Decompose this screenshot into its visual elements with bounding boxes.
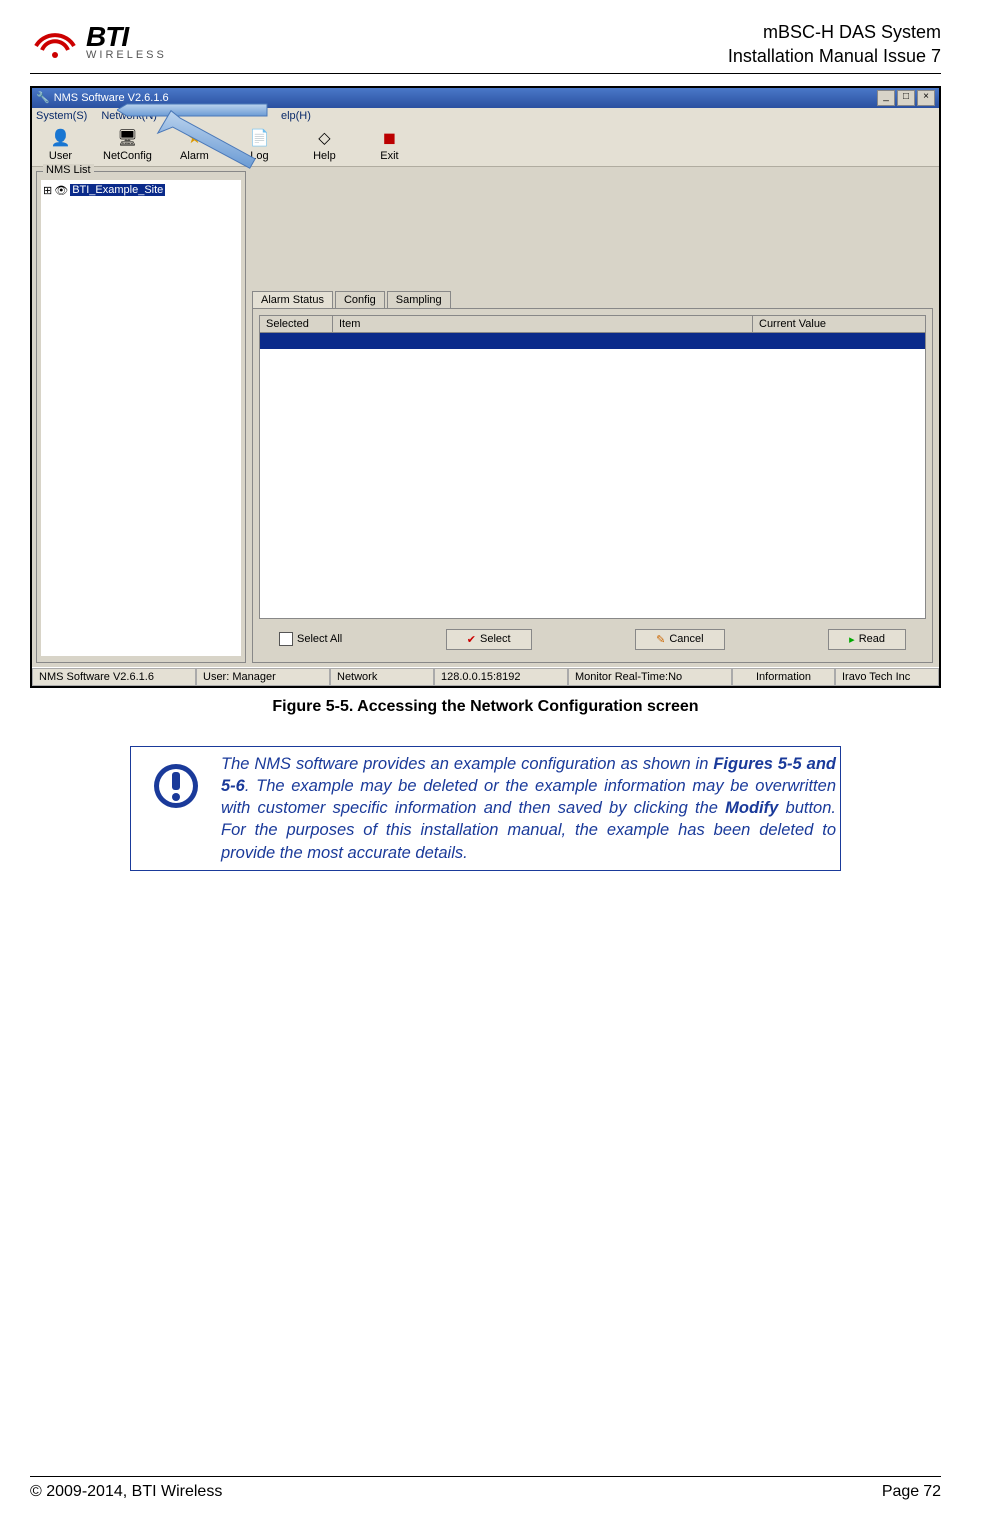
check-icon: ✔ xyxy=(467,633,476,646)
statusbar: NMS Software V2.6.1.6 User: Manager Netw… xyxy=(32,667,939,686)
note-block: The NMS software provides an example con… xyxy=(130,746,841,871)
tab-content: Selected Item Current Value Select All xyxy=(252,308,933,663)
copyright: © 2009-2014, BTI Wireless xyxy=(30,1483,222,1501)
bottom-button-row: Select All ✔ Select ✎ Cancel ▸ Read xyxy=(259,619,926,656)
right-panel: Alarm Status Config Sampling Selected It… xyxy=(252,171,933,663)
window-title: NMS Software V2.6.1.6 xyxy=(54,92,169,104)
user-icon: 👤 xyxy=(51,128,71,148)
exit-icon: ◼ xyxy=(379,128,399,148)
document-footer: © 2009-2014, BTI Wireless Page 72 xyxy=(30,1476,941,1501)
figure-caption: Figure 5-5. Accessing the Network Config… xyxy=(30,698,941,716)
status-monitor: Monitor Real-Time:No xyxy=(568,668,732,686)
page-label: Page xyxy=(882,1483,919,1501)
main-area: NMS List ⊞ 👁 BTI_Example_Site Alarm Stat… xyxy=(32,167,939,667)
window-controls: _ □ × xyxy=(877,90,935,106)
table-header: Selected Item Current Value xyxy=(259,315,926,333)
note-text: The NMS software provides an example con… xyxy=(221,747,840,870)
toolbar-user[interactable]: 👤 User xyxy=(38,128,83,162)
menu-network[interactable]: Network(N) xyxy=(101,110,157,122)
status-company: Iravo Tech Inc xyxy=(835,668,939,686)
toolbar-help[interactable]: ◇ Help xyxy=(302,128,347,162)
cancel-button[interactable]: ✎ Cancel xyxy=(635,629,724,650)
tab-sampling[interactable]: Sampling xyxy=(387,291,451,308)
toolbar-netconfig[interactable]: 🖥 NetConfig xyxy=(103,128,152,162)
toolbar: 👤 User 🖥 NetConfig ★ Alarm 📄 Log ◇ Help … xyxy=(32,124,939,167)
status-info: Information xyxy=(732,668,835,686)
toolbar-exit[interactable]: ◼ Exit xyxy=(367,128,412,162)
logo-subtext: WIRELESS xyxy=(86,49,167,61)
menu-system[interactable]: System(S) xyxy=(36,110,87,122)
system-name: mBSC-H DAS System xyxy=(728,20,941,44)
expand-icon[interactable]: ⊞ xyxy=(43,184,52,197)
toolbar-log[interactable]: 📄 Log xyxy=(237,128,282,162)
manual-issue: Installation Manual Issue 7 xyxy=(728,44,941,68)
col-current-value[interactable]: Current Value xyxy=(753,316,925,332)
log-icon: 📄 xyxy=(249,128,269,148)
read-button[interactable]: ▸ Read xyxy=(828,629,906,650)
minimize-button[interactable]: _ xyxy=(877,90,895,106)
titlebar: 🔧 NMS Software V2.6.1.6 _ □ × xyxy=(32,88,939,108)
nms-list-label: NMS List xyxy=(43,164,94,176)
maximize-button[interactable]: □ xyxy=(897,90,915,106)
status-user: User: Manager xyxy=(196,668,330,686)
tree-item-label: BTI_Example_Site xyxy=(70,184,165,196)
nms-list-panel: NMS List ⊞ 👁 BTI_Example_Site xyxy=(36,171,246,663)
page-number: 72 xyxy=(923,1483,941,1501)
logo: BTI WIRELESS xyxy=(30,20,167,62)
status-network: Network xyxy=(330,668,434,686)
app-screenshot: 🔧 NMS Software V2.6.1.6 _ □ × System(S) … xyxy=(30,86,941,688)
tab-config[interactable]: Config xyxy=(335,291,385,308)
netconfig-icon: 🖥 xyxy=(117,128,137,148)
close-button[interactable]: × xyxy=(917,90,935,106)
status-app: NMS Software V2.6.1.6 xyxy=(32,668,196,686)
menubar: System(S) Network(N) elp(H) xyxy=(32,108,939,124)
app-icon: 🔧 xyxy=(36,91,50,104)
document-header: BTI WIRELESS mBSC-H DAS System Installat… xyxy=(30,20,941,74)
status-ip: 128.0.0.15:8192 xyxy=(434,668,568,686)
header-right: mBSC-H DAS System Installation Manual Is… xyxy=(728,20,941,69)
tree-item[interactable]: ⊞ 👁 BTI_Example_Site xyxy=(43,184,239,197)
tab-alarm-status[interactable]: Alarm Status xyxy=(252,291,333,308)
wifi-icon xyxy=(30,20,80,62)
tabs: Alarm Status Config Sampling xyxy=(252,291,933,308)
table-row[interactable] xyxy=(260,333,925,349)
help-icon: ◇ xyxy=(314,128,334,148)
col-item[interactable]: Item xyxy=(333,316,753,332)
col-selected[interactable]: Selected xyxy=(260,316,333,332)
menu-help[interactable]: elp(H) xyxy=(281,110,311,122)
alert-icon xyxy=(151,761,201,811)
tree-view[interactable]: ⊞ 👁 BTI_Example_Site xyxy=(41,180,241,656)
site-icon: 👁 xyxy=(54,184,68,197)
select-button[interactable]: ✔ Select xyxy=(446,629,532,650)
toolbar-alarm[interactable]: ★ Alarm xyxy=(172,128,217,162)
read-icon: ▸ xyxy=(849,633,855,646)
alarm-icon: ★ xyxy=(184,128,204,148)
table-body[interactable] xyxy=(259,333,926,619)
cancel-icon: ✎ xyxy=(656,633,665,646)
modify-reference: Modify xyxy=(725,799,778,817)
select-all-checkbox[interactable]: Select All xyxy=(279,632,342,646)
checkbox-icon[interactable] xyxy=(279,632,293,646)
